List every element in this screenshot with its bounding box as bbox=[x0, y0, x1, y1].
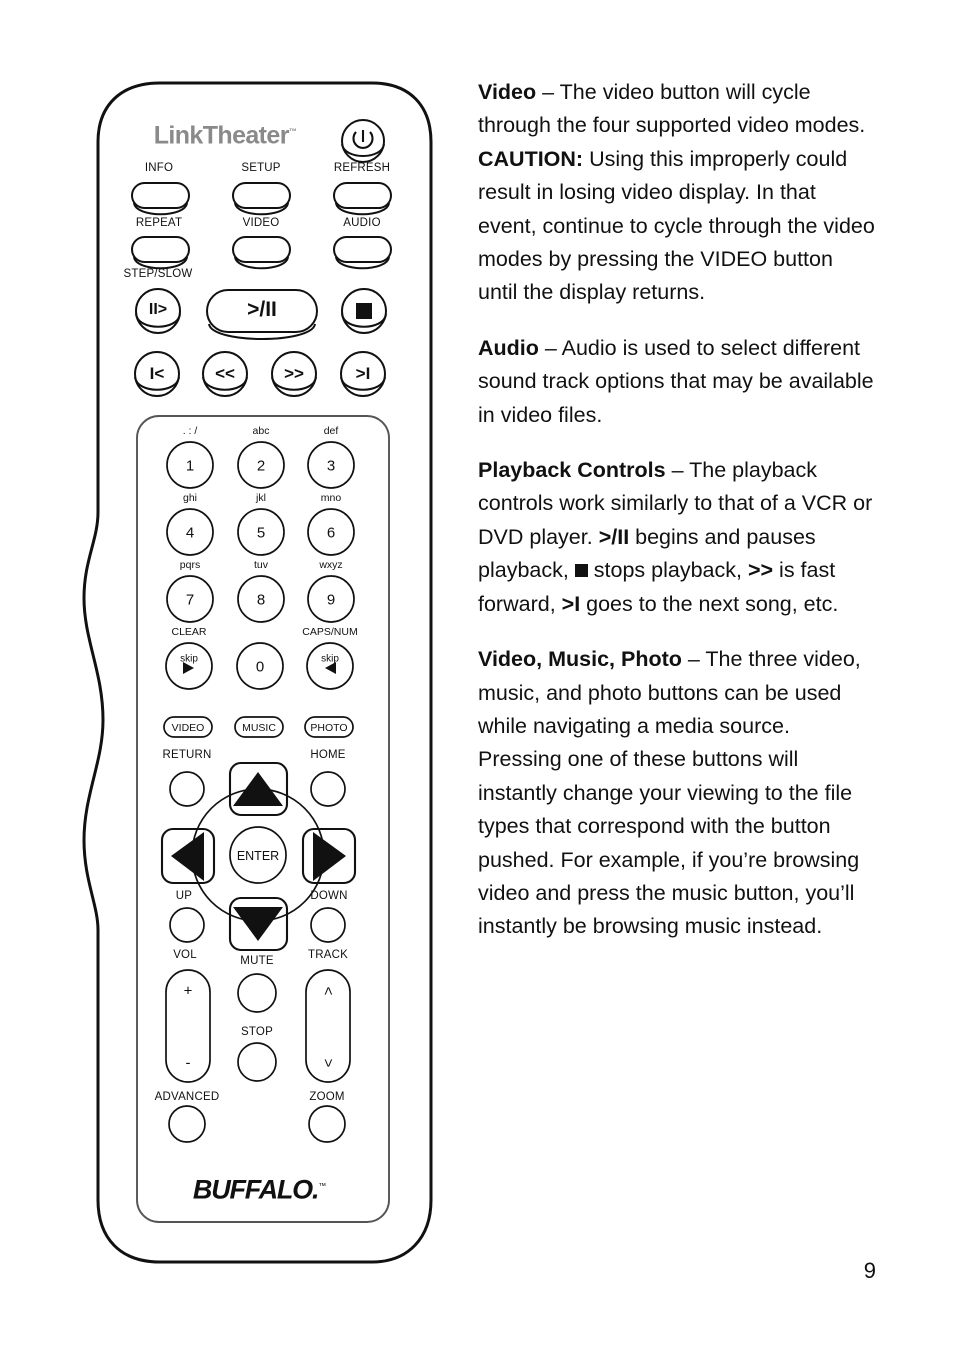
symbol-next: >I bbox=[561, 591, 581, 616]
button-step-slow[interactable]: II> bbox=[149, 301, 167, 319]
paragraph-playback-controls: Playback Controls – The playback control… bbox=[478, 454, 878, 621]
button-photo-pill[interactable]: PHOTO bbox=[310, 722, 347, 734]
dash-4: – bbox=[681, 647, 706, 672]
label-vol: VOL bbox=[173, 949, 197, 961]
label-info: INFO bbox=[144, 162, 174, 174]
playback-text-3: stops playback, bbox=[587, 558, 748, 583]
keypad-key-2[interactable]: 2 bbox=[257, 458, 265, 475]
button-fast-forward[interactable]: >> bbox=[284, 364, 304, 384]
keypad-key-1[interactable]: 1 bbox=[186, 458, 194, 475]
vmp-text: The three video, music, and photo button… bbox=[478, 647, 861, 939]
heading-playback-controls: Playback Controls bbox=[478, 458, 666, 483]
button-skip-forward[interactable]: skip bbox=[321, 654, 339, 665]
buffalo-logo: BUFFALO.™ bbox=[192, 1174, 326, 1205]
button-skip-back[interactable]: skip bbox=[180, 654, 198, 665]
label-clear: CLEAR bbox=[171, 626, 207, 638]
keypad-key-8[interactable]: 8 bbox=[257, 592, 265, 609]
button-volume-up[interactable]: + bbox=[184, 983, 193, 1000]
keypad-hint-6: mno bbox=[320, 492, 342, 504]
remote-control-illustration: .ln { fill:none; stroke:#111; stroke-wid… bbox=[0, 0, 470, 1354]
button-music-pill[interactable]: MUSIC bbox=[242, 722, 276, 734]
label-video: VIDEO bbox=[242, 217, 280, 229]
keypad-key-0[interactable]: 0 bbox=[256, 659, 264, 676]
playback-text-5: goes to the next song, etc. bbox=[580, 591, 839, 616]
button-volume-down[interactable]: - bbox=[186, 1055, 191, 1072]
keypad-hint-5: jkl bbox=[256, 492, 266, 504]
label-home: HOME bbox=[310, 749, 346, 761]
label-advanced: ADVANCED bbox=[154, 1091, 220, 1103]
label-track: TRACK bbox=[308, 949, 348, 961]
dash-2: – bbox=[538, 335, 562, 360]
paragraph-video-music-photo: Video, Music, Photo – The three video, m… bbox=[478, 643, 878, 944]
linktheater-logo: LinkTheater™ bbox=[153, 121, 297, 150]
keypad-hint-4: ghi bbox=[182, 492, 198, 504]
label-zoom: ZOOM bbox=[309, 1091, 345, 1103]
label-up: UP bbox=[175, 890, 193, 902]
remote-body-svg: .ln { fill:none; stroke:#111; stroke-wid… bbox=[82, 81, 433, 1264]
dash-1: – bbox=[536, 80, 560, 104]
label-caps-num: CAPS/NUM bbox=[302, 626, 358, 638]
keypad-hint-8: tuv bbox=[253, 559, 269, 571]
button-next[interactable]: >I bbox=[356, 364, 371, 384]
label-return: RETURN bbox=[162, 749, 212, 761]
button-track-next[interactable]: > bbox=[320, 1059, 337, 1068]
page-number: 9 bbox=[863, 1258, 876, 1283]
symbol-fast-forward: >> bbox=[747, 558, 774, 583]
label-down: DOWN bbox=[310, 890, 348, 902]
button-rewind[interactable]: << bbox=[215, 364, 235, 384]
paragraph-audio: Audio – Audio is used to select differen… bbox=[478, 332, 878, 432]
label-mute: MUTE bbox=[240, 955, 274, 967]
label-step-slow: STEP/SLOW bbox=[123, 268, 193, 280]
keypad-key-5[interactable]: 5 bbox=[257, 525, 265, 542]
label-audio: AUDIO bbox=[343, 217, 381, 229]
keypad-key-6[interactable]: 6 bbox=[327, 525, 335, 542]
keypad-hint-7: pqrs bbox=[179, 559, 201, 571]
button-enter[interactable]: ENTER bbox=[237, 849, 279, 863]
keypad-key-7[interactable]: 7 bbox=[186, 592, 194, 609]
button-play-pause[interactable]: >/II bbox=[247, 298, 277, 322]
label-stop: STOP bbox=[241, 1026, 273, 1038]
keypad-hint-9: wxyz bbox=[319, 559, 343, 571]
dash-3: – bbox=[665, 458, 690, 483]
keypad-hint-3: def bbox=[323, 425, 339, 437]
keypad-hint-1: . : / bbox=[182, 425, 198, 437]
keypad-hint-2: abc bbox=[252, 425, 270, 437]
label-refresh: REFRESH bbox=[333, 162, 391, 174]
button-track-previous[interactable]: < bbox=[320, 987, 337, 996]
stop-square-icon bbox=[574, 564, 588, 578]
manual-page: .ln { fill:none; stroke:#111; stroke-wid… bbox=[0, 0, 954, 1354]
heading-video-music-photo: Video, Music, Photo bbox=[478, 647, 682, 672]
keypad-key-9[interactable]: 9 bbox=[327, 592, 335, 609]
caution-label: CAUTION: bbox=[478, 146, 584, 171]
button-video-pill[interactable]: VIDEO bbox=[172, 722, 205, 734]
keypad-key-4[interactable]: 4 bbox=[186, 525, 194, 542]
button-previous[interactable]: I< bbox=[150, 364, 165, 384]
label-setup: SETUP bbox=[241, 162, 281, 174]
keypad-key-3[interactable]: 3 bbox=[327, 458, 335, 475]
paragraph-video: Video – The video button will cycle thro… bbox=[478, 76, 878, 310]
manual-text-column: Video – The video button will cycle thro… bbox=[478, 76, 878, 966]
heading-video: Video bbox=[478, 80, 537, 104]
label-repeat: REPEAT bbox=[135, 217, 183, 229]
heading-audio: Audio bbox=[478, 335, 539, 360]
symbol-play-pause: >/II bbox=[598, 524, 630, 549]
